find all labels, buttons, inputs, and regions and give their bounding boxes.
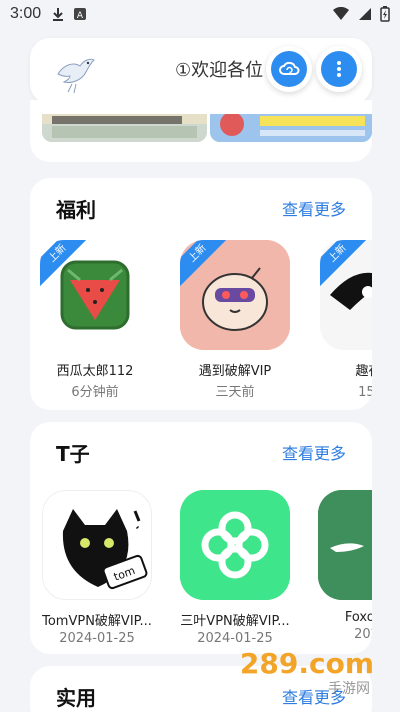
banner-image-right[interactable] (210, 114, 372, 142)
app-icon[interactable]: tom (42, 490, 152, 600)
app-card[interactable]: tom TomVPN破解VIP... 2024-01-25 (38, 490, 156, 646)
app-card[interactable]: FoxoVPN 2024- (314, 490, 372, 642)
see-more-link[interactable]: 查看更多 (282, 196, 346, 220)
notification-icons: A (51, 7, 87, 21)
black-cat-icon: tom (43, 491, 151, 599)
app-card[interactable]: 上新 趣夜尾 15 小 (316, 240, 372, 400)
clover-icon (180, 490, 290, 600)
more-menu-button[interactable] (316, 46, 362, 92)
app-icon[interactable]: 上新 (320, 240, 372, 350)
app-updated-time: 2024- (354, 627, 372, 642)
app-updated-time: 2024-01-25 (59, 631, 135, 646)
dove-logo-icon (57, 58, 95, 94)
app-card[interactable]: 三叶VPN破解VIP... 2024-01-25 (176, 490, 294, 646)
section-welfare: 福利 查看更多 上新 西瓜太郎112 6分钟前 上新 遇到破解VIP 三天前 上… (30, 178, 372, 410)
download-icon (53, 8, 64, 21)
header-card: ①欢迎各位 (30, 38, 372, 104)
banner-image-left[interactable] (42, 114, 207, 142)
section-title: T子 (56, 442, 90, 466)
app-icon[interactable]: 上新 (40, 240, 150, 350)
battery-icon (380, 6, 390, 22)
app-name: 遇到破解VIP (198, 364, 272, 379)
cloud-sync-button[interactable] (266, 46, 312, 92)
banner-carousel[interactable] (30, 100, 372, 162)
app-name: 三叶VPN破解VIP... (180, 614, 290, 629)
watermark-subtitle: 手游网 (328, 681, 370, 697)
app-card[interactable]: 上新 西瓜太郎112 6分钟前 (36, 240, 154, 400)
cloud-sync-icon (279, 61, 300, 75)
app-updated-time: 2024-01-25 (197, 631, 273, 646)
app-updated-time: 6分钟前 (71, 385, 119, 400)
section-title: 福利 (56, 198, 96, 222)
banner-art-right-icon (210, 114, 372, 142)
section-tzi: T子 查看更多 tom TomVPN破解VIP... 2024-01-25 三叶… (30, 422, 372, 654)
app-name: 趣夜尾 (355, 364, 372, 379)
app-icon[interactable] (318, 490, 372, 600)
signal-icon (359, 8, 371, 20)
app-name: FoxoVPN (344, 610, 372, 625)
status-bar: 3:00 A (0, 0, 400, 28)
app-name: 西瓜太郎112 (56, 364, 134, 379)
app-updated-time: 三天前 (215, 385, 255, 400)
watermark-logo: 289.com (239, 647, 374, 680)
app-name: TomVPN破解VIP... (42, 614, 152, 629)
app-notification-icon: A (74, 8, 87, 21)
app-icon[interactable] (180, 490, 290, 600)
see-more-link[interactable]: 查看更多 (282, 440, 346, 464)
app-icon[interactable]: 上新 (180, 240, 290, 350)
banner-art-left-icon (42, 114, 207, 142)
svg-text:A: A (77, 11, 84, 21)
app-updated-time: 15 小 (358, 385, 372, 400)
fox-leaf-icon (318, 490, 372, 600)
more-vertical-icon (337, 61, 341, 77)
section-title: 实用 (56, 686, 96, 710)
app-card[interactable]: 上新 遇到破解VIP 三天前 (176, 240, 294, 400)
wifi-icon (333, 7, 349, 20)
status-time: 3:00 (10, 5, 42, 22)
